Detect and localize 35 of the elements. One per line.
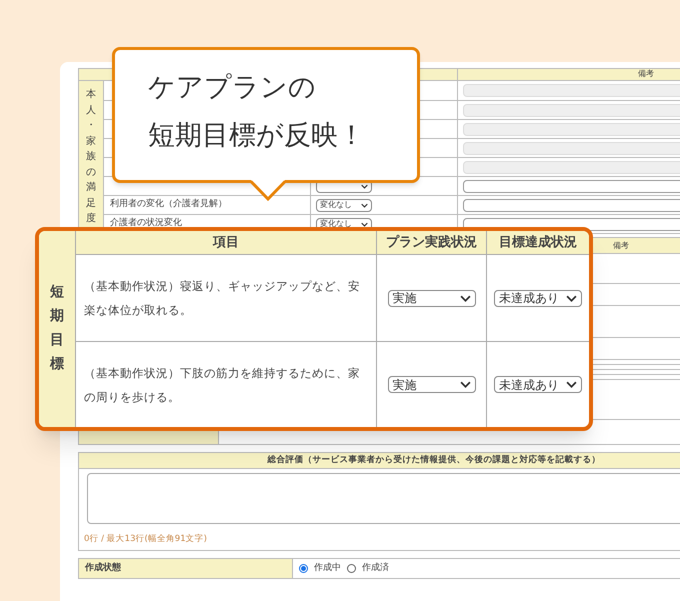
remarks-field[interactable]	[463, 180, 680, 192]
dropdown[interactable]: 未達成あり	[494, 376, 582, 393]
chevron-down-icon	[566, 294, 577, 302]
dropdown[interactable]: 実施	[388, 376, 476, 393]
column-header: 項目	[213, 234, 239, 252]
field-label: 作成状態	[85, 562, 121, 574]
column-header: 備考	[638, 69, 654, 78]
text-area[interactable]	[87, 473, 680, 524]
chevron-down-icon	[460, 294, 470, 302]
callout-text: 短期目標が反映！	[148, 119, 366, 153]
chevron-down-icon	[361, 184, 368, 188]
line-counter: 0行 / 最大13行(幅全角91文字)	[83, 532, 208, 546]
chevron-down-icon	[460, 381, 470, 388]
callout-text: ケアプランの	[148, 71, 317, 105]
dropdown[interactable]: 未達成あり	[494, 290, 582, 306]
radio-button[interactable]	[299, 564, 308, 573]
section-title: 総合評価（サービス事業者から受けた情報提供、今後の課題と対応等を記載する）	[268, 454, 600, 467]
row-label: 利用者の変化（介護者見解）	[110, 198, 227, 212]
goal-text: （基本動作状況）寝返り、ギャッジアップなど、安楽な体位が取れる。	[84, 278, 361, 319]
side-label: 短期目標	[50, 283, 64, 374]
column-header: 目標達成状況	[499, 234, 577, 252]
chevron-down-icon	[361, 202, 368, 208]
radio-label: 作成済	[362, 562, 389, 574]
remarks-field[interactable]	[463, 198, 680, 212]
column-header: 備考	[613, 241, 629, 250]
column-header: プラン実践状況	[386, 234, 477, 252]
dropdown[interactable]: 変化なし	[316, 198, 372, 212]
row-label: 介護者の状況変化	[110, 217, 182, 230]
dropdown[interactable]: 実施	[388, 290, 476, 306]
goal-text: （基本動作状況）下肢の筋力を維持するために、家の周りを歩ける。	[84, 364, 361, 406]
radio-button[interactable]	[347, 564, 356, 573]
side-label: 本人・家族の満足度	[86, 88, 96, 226]
radio-label: 作成中	[314, 562, 341, 574]
chevron-down-icon	[566, 381, 577, 388]
chevron-down-icon	[361, 222, 368, 226]
